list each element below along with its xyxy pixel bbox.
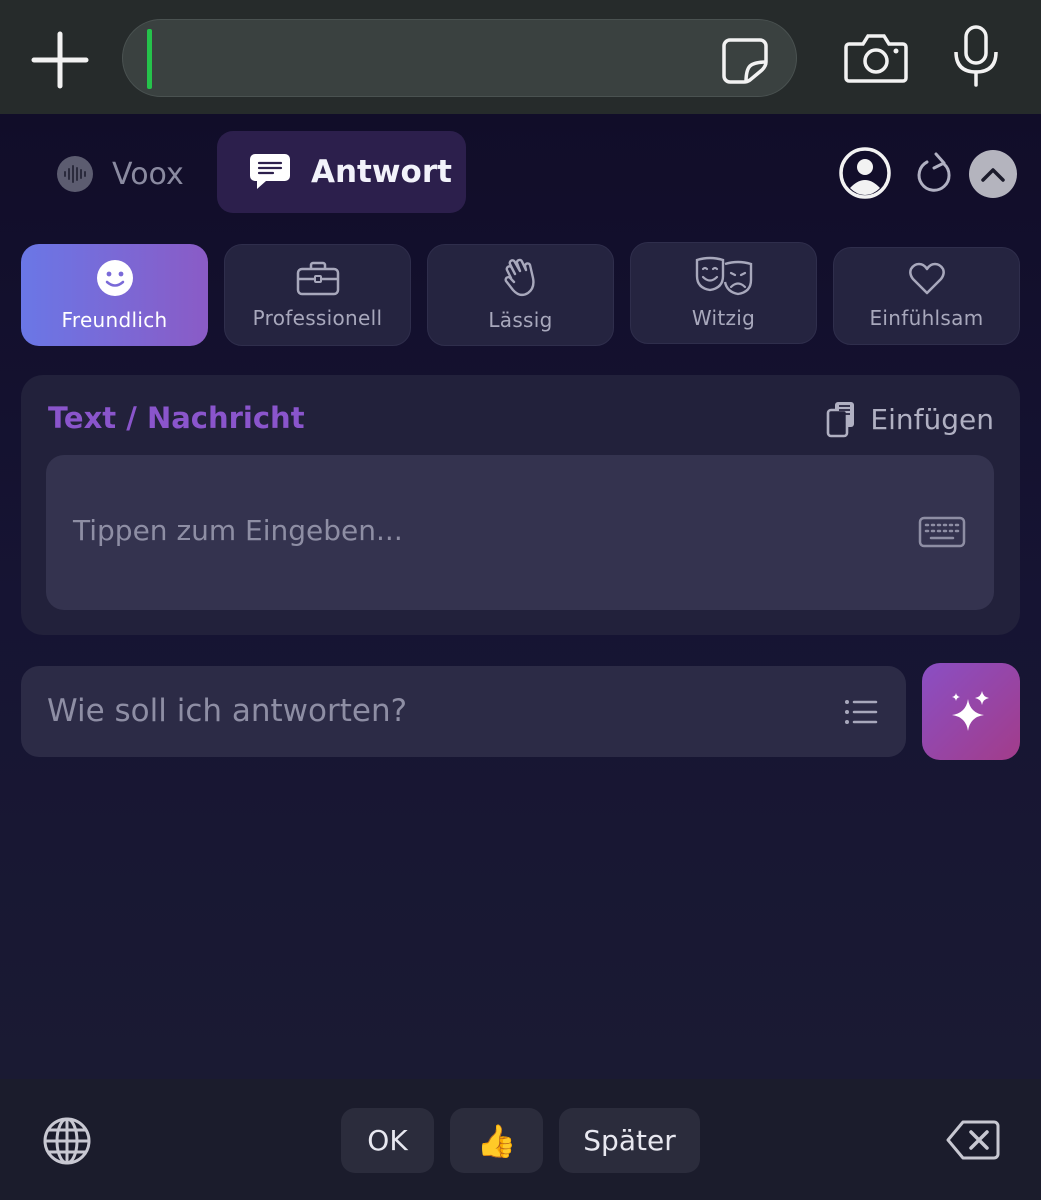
camera-icon[interactable] <box>843 30 909 86</box>
tone-professionell[interactable]: Professionell <box>224 244 411 346</box>
waveform-icon <box>57 156 93 192</box>
generate-reply-button[interactable] <box>922 663 1020 760</box>
tone-laessig[interactable]: Lässig <box>427 244 614 346</box>
text-message-card: Text / Nachricht Einfügen Tippen zum Ein… <box>21 375 1020 635</box>
tab-antwort-label: Antwort <box>311 154 452 190</box>
input-placeholder: Tippen zum Eingeben... <box>73 514 403 547</box>
quick-reply-spaeter[interactable]: Später <box>559 1108 700 1173</box>
keyboard-panel: Voox Antwort Freundlich Professionell Lä… <box>0 114 1041 1079</box>
theater-masks-icon <box>695 256 752 296</box>
briefcase-icon <box>296 261 339 296</box>
list-icon[interactable] <box>844 698 878 726</box>
microphone-icon[interactable] <box>950 24 1002 88</box>
user-circle-icon[interactable] <box>838 146 892 200</box>
tab-antwort[interactable]: Antwort <box>217 131 466 213</box>
chevron-up-icon <box>981 168 1005 182</box>
sparkles-icon <box>952 690 989 731</box>
paste-button[interactable]: Einfügen <box>826 399 994 439</box>
collapse-button[interactable] <box>969 150 1017 198</box>
tone-label: Professionell <box>252 306 383 330</box>
tone-selector: Freundlich Professionell Lässig Witzig E… <box>21 242 1021 350</box>
tone-freundlich[interactable]: Freundlich <box>21 244 208 346</box>
card-title: Text / Nachricht <box>48 401 305 435</box>
tone-label: Lässig <box>488 308 553 332</box>
refresh-icon[interactable] <box>914 150 956 196</box>
quick-reply-ok[interactable]: OK <box>341 1108 434 1173</box>
sticker-icon[interactable] <box>720 36 770 84</box>
globe-icon[interactable] <box>42 1116 92 1166</box>
paste-label: Einfügen <box>870 402 994 436</box>
plus-icon[interactable] <box>30 30 90 90</box>
keyboard-bottom-bar: OK 👍 Später <box>0 1079 1041 1200</box>
tab-voox-label: Voox <box>112 156 184 192</box>
chat-bubble-icon <box>250 154 290 189</box>
tab-voox[interactable]: Voox <box>40 134 200 214</box>
keyboard-icon[interactable] <box>918 515 966 549</box>
message-text-input[interactable]: Tippen zum Eingeben... <box>46 455 994 610</box>
backspace-icon[interactable] <box>945 1119 1000 1161</box>
quick-reply-thumbs-up[interactable]: 👍 <box>450 1108 543 1173</box>
text-caret <box>147 29 152 89</box>
message-input[interactable] <box>122 19 797 97</box>
tone-label: Einfühlsam <box>869 306 984 330</box>
tone-witzig[interactable]: Witzig <box>630 242 817 344</box>
tone-label: Freundlich <box>61 308 168 332</box>
reply-instruction-input[interactable]: Wie soll ich antworten? <box>21 666 906 757</box>
heart-icon <box>908 262 945 295</box>
smiley-icon <box>96 260 133 296</box>
tone-einfuehlsam[interactable]: Einfühlsam <box>833 247 1020 345</box>
waving-hand-icon <box>504 258 535 297</box>
prompt-placeholder: Wie soll ich antworten? <box>47 693 408 729</box>
tone-label: Witzig <box>691 306 756 330</box>
message-compose-bar <box>0 0 1041 114</box>
clipboard-icon <box>827 402 855 438</box>
